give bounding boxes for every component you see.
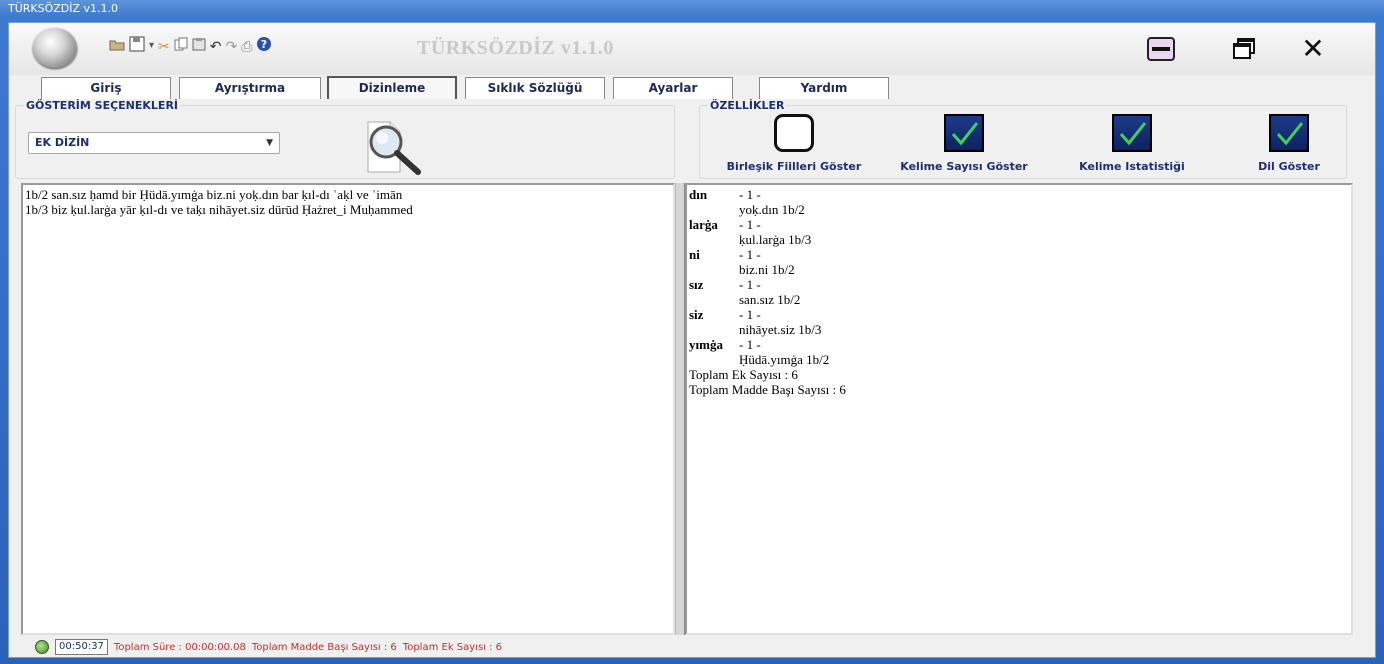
tab-siklik-sozlugu[interactable]: Sıklık Sözlüğü (465, 77, 605, 99)
tab-giris[interactable]: Giriş (41, 77, 171, 99)
minimize-button[interactable] (1147, 37, 1175, 61)
quick-access-toolbar: ▾ ✂ ↶ ↷ ⎙ ? (109, 36, 272, 56)
index-entry: ni - 1 - biz.ni 1b/2 (689, 247, 1349, 277)
copy-icon[interactable] (174, 37, 188, 55)
globe-icon (35, 640, 49, 654)
tab-ayarlar[interactable]: Ayarlar (613, 77, 733, 99)
index-entry: yımġa - 1 - Ḥüdā.yımġa 1b/2 (689, 337, 1349, 367)
redo-icon[interactable]: ↷ (226, 37, 238, 55)
print-icon[interactable]: ⎙ (241, 37, 252, 55)
status-duration: Toplam Süre : 00:00:00.08 (113, 641, 246, 653)
index-entry: larġa - 1 - ḳul.larġa 1b/3 (689, 217, 1349, 247)
display-options-group: GÖSTERİM SEÇENEKLERİ EK DİZİN ▼ (15, 99, 675, 179)
checkbox-unchecked-icon[interactable] (774, 114, 814, 152)
save-icon[interactable] (129, 36, 145, 56)
entry-count: - 1 - (739, 277, 761, 292)
features-group: ÖZELLİKLER Birleşik Fiilleri Göster Keli… (699, 99, 1347, 179)
entry-count: - 1 - (739, 187, 761, 202)
feature-label: Dil Göster (1258, 160, 1320, 173)
index-type-select[interactable]: EK DİZİN ▼ (28, 132, 280, 154)
feature-label: Birleşik Fiilleri Göster (726, 160, 862, 173)
index-entry: siz - 1 - nihāyet.siz 1b/3 (689, 307, 1349, 337)
source-text-pane[interactable]: 1b/2 san.sız ḥamd bir Ḥüdā.yımġa biz.ni … (21, 183, 675, 635)
search-icon[interactable] (360, 116, 430, 178)
index-entry: sız - 1 - san.sız 1b/2 (689, 277, 1349, 307)
entry-occurrence: nihāyet.siz 1b/3 (739, 322, 822, 337)
feature-word-statistics[interactable]: Kelime Istatistiği (1062, 114, 1202, 173)
open-icon[interactable] (109, 37, 125, 55)
checkbox-checked-icon[interactable] (1269, 114, 1309, 152)
window-title: TÜRKSÖZDİZ v1.1.0 (8, 2, 119, 15)
status-headword-count: Toplam Madde Başı Sayısı : 6 (251, 641, 397, 653)
app-title: TÜRKSÖZDİZ v1.1.0 (417, 37, 614, 59)
dropdown-icon[interactable]: ▾ (149, 37, 154, 55)
chevron-down-icon: ▼ (266, 138, 273, 148)
feature-word-count[interactable]: Kelime Sayısı Göster (884, 114, 1044, 173)
tab-ayristirma[interactable]: Ayrıştırma (179, 77, 321, 99)
help-icon[interactable]: ? (256, 36, 272, 56)
app-client-area: ▾ ✂ ↶ ↷ ⎙ ? TÜRKSÖZDİZ v1.1.0 ✕ Giriş Ay… (8, 22, 1376, 658)
entry-count: - 1 - (739, 337, 761, 352)
entry-count: - 1 - (739, 247, 761, 262)
status-bar: 00:50:37 Toplam Süre : 00:00:00.08 Topla… (35, 639, 502, 655)
title-bar[interactable]: TÜRKSÖZDİZ v1.1.0 (0, 0, 1384, 18)
entry-suffix: siz (689, 307, 704, 322)
entry-count: - 1 - (739, 217, 761, 232)
entry-suffix: larġa (689, 217, 718, 232)
maximize-button[interactable] (1231, 37, 1259, 61)
entry-occurrence: san.sız 1b/2 (739, 292, 801, 307)
features-title: ÖZELLİKLER (708, 99, 787, 112)
close-button[interactable]: ✕ (1299, 35, 1327, 63)
entry-occurrence: ḳul.larġa 1b/3 (739, 232, 812, 247)
checkbox-checked-icon[interactable] (944, 114, 984, 152)
pane-splitter[interactable] (675, 183, 685, 635)
index-output-pane[interactable]: dın - 1 - yoḳ.dın 1b/2 larġa - 1 - ḳul.l… (685, 183, 1353, 635)
feature-show-language[interactable]: Dil Göster (1234, 114, 1344, 173)
entry-suffix: sız (689, 277, 704, 292)
feature-compound-verbs[interactable]: Birleşik Fiilleri Göster (714, 114, 874, 173)
display-options-title: GÖSTERİM SEÇENEKLERİ (24, 99, 181, 112)
status-clock: 00:50:37 (55, 639, 108, 655)
entry-suffix: dın (689, 187, 708, 202)
source-line: 1b/2 san.sız ḥamd bir Ḥüdā.yımġa biz.ni … (25, 187, 403, 202)
paste-icon[interactable] (192, 37, 206, 55)
total-suffix-count: Toplam Ek Sayısı : 6 (689, 367, 798, 382)
cut-icon[interactable]: ✂ (158, 37, 170, 55)
entry-count: - 1 - (739, 307, 761, 322)
feature-label: Kelime Sayısı Göster (900, 160, 1028, 173)
undo-icon[interactable]: ↶ (210, 37, 222, 55)
header-bar: ▾ ✂ ↶ ↷ ⎙ ? TÜRKSÖZDİZ v1.1.0 ✕ (9, 23, 1375, 75)
entry-occurrence: biz.ni 1b/2 (739, 262, 795, 277)
app-menu-orb-icon[interactable] (33, 28, 77, 68)
index-type-value: EK DİZİN (35, 136, 90, 149)
feature-label: Kelime Istatistiği (1079, 160, 1185, 173)
entry-suffix: yımġa (689, 337, 723, 352)
tab-yardim[interactable]: Yardım (759, 77, 889, 99)
checkbox-checked-icon[interactable] (1112, 114, 1152, 152)
entry-suffix: ni (689, 247, 700, 262)
tab-dizinleme[interactable]: Dizinleme (327, 76, 457, 100)
index-entry: dın - 1 - yoḳ.dın 1b/2 (689, 187, 1349, 217)
options-strip: GÖSTERİM SEÇENEKLERİ EK DİZİN ▼ ÖZELLİKL… (11, 99, 1373, 183)
total-headword-count: Toplam Madde Başı Sayısı : 6 (689, 382, 846, 397)
source-line: 1b/3 biz ḳul.larġa yār ḳıl-dı ve taḳı ni… (25, 202, 413, 217)
entry-occurrence: yoḳ.dın 1b/2 (739, 202, 805, 217)
status-suffix-count: Toplam Ek Sayısı : 6 (402, 641, 503, 653)
svg-text:?: ? (261, 38, 267, 51)
entry-occurrence: Ḥüdā.yımġa 1b/2 (739, 352, 830, 367)
